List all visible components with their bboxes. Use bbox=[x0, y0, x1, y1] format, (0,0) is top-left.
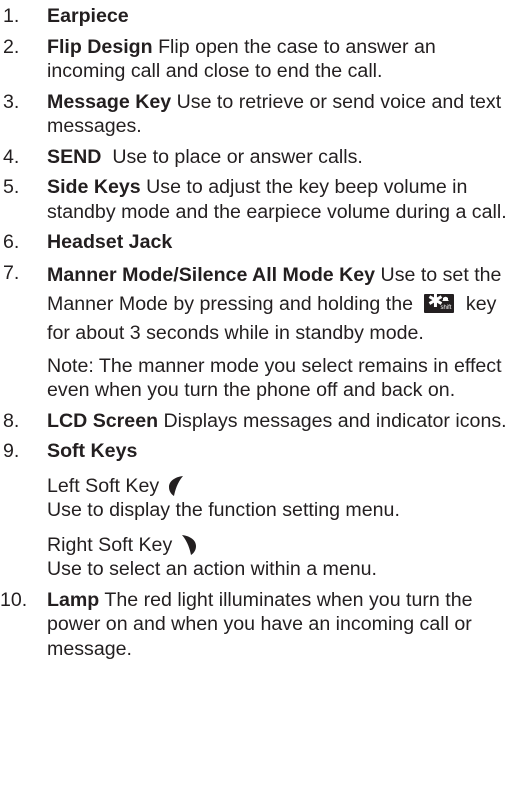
item-title: Side Keys bbox=[47, 176, 141, 198]
item-title: Headset Jack bbox=[47, 231, 173, 253]
item-number: 6. bbox=[3, 231, 20, 253]
list-item: 6. Headset Jack bbox=[0, 230, 519, 255]
right-soft-key-label: Right Soft Key bbox=[47, 533, 173, 556]
item-number: 4. bbox=[3, 145, 20, 168]
list-item: 3. Message Key Use to retrieve or send v… bbox=[0, 90, 519, 139]
item-number: 5. bbox=[3, 176, 20, 198]
item-title: LCD Screen bbox=[47, 409, 159, 432]
item-title: Lamp bbox=[47, 588, 100, 611]
list-item: 8. LCD Screen Displays messages and indi… bbox=[0, 409, 519, 434]
left-soft-key-icon bbox=[169, 475, 184, 496]
item-number: 7. bbox=[3, 261, 20, 284]
item-title: Earpiece bbox=[47, 5, 129, 27]
left-soft-key-label: Left Soft Key bbox=[47, 474, 160, 497]
star-shift-key-icon: ✱ shift bbox=[424, 291, 455, 313]
item-title: Manner Mode/Silence All Mode Key bbox=[47, 263, 376, 286]
item-number: 10. bbox=[0, 588, 28, 611]
left-soft-key-description: Use to display the function setting menu… bbox=[47, 499, 400, 521]
item-number: 1. bbox=[3, 5, 20, 27]
list-item: 4. SEND Use to place or answer calls. bbox=[0, 145, 519, 170]
list-item: 7. Manner Mode/Silence All Mode Key Use … bbox=[0, 261, 519, 403]
item-title: SEND bbox=[47, 145, 102, 168]
bell-mini-icon bbox=[442, 296, 450, 301]
right-soft-key-icon bbox=[182, 534, 197, 555]
item-number: 3. bbox=[3, 90, 20, 113]
list-item: 10. Lamp The red light illuminates when … bbox=[0, 588, 519, 662]
item-number: 2. bbox=[3, 35, 20, 58]
item-description: The red light illuminates when you turn … bbox=[47, 588, 473, 660]
list-item: 2. Flip Design Flip open the case to ans… bbox=[0, 35, 519, 84]
item-description: Displays messages and indicator icons. bbox=[163, 409, 507, 432]
list-item: 5. Side Keys Use to adjust the key beep … bbox=[0, 175, 519, 224]
item-number: 9. bbox=[3, 440, 20, 462]
list-item: 9. Soft Keys Left Soft Key Use to displa… bbox=[0, 439, 519, 582]
item-title: Flip Design bbox=[47, 35, 153, 58]
right-soft-key-description: Use to select an action within a menu. bbox=[47, 558, 378, 580]
item-note: Note: The manner mode you select remains… bbox=[47, 354, 502, 402]
list-item: 1. Earpiece bbox=[0, 4, 519, 29]
item-number: 8. bbox=[3, 409, 20, 432]
right-soft-key-row: Right Soft Key bbox=[47, 533, 513, 558]
item-description: Use to place or answer calls. bbox=[112, 145, 363, 168]
item-title: Soft Keys bbox=[47, 440, 138, 462]
feature-list: 1. Earpiece 2. Flip Design Flip open the… bbox=[0, 4, 519, 667]
key-shift-label: shift bbox=[440, 304, 452, 311]
left-soft-key-row: Left Soft Key bbox=[47, 474, 513, 499]
item-title: Message Key bbox=[47, 90, 172, 113]
